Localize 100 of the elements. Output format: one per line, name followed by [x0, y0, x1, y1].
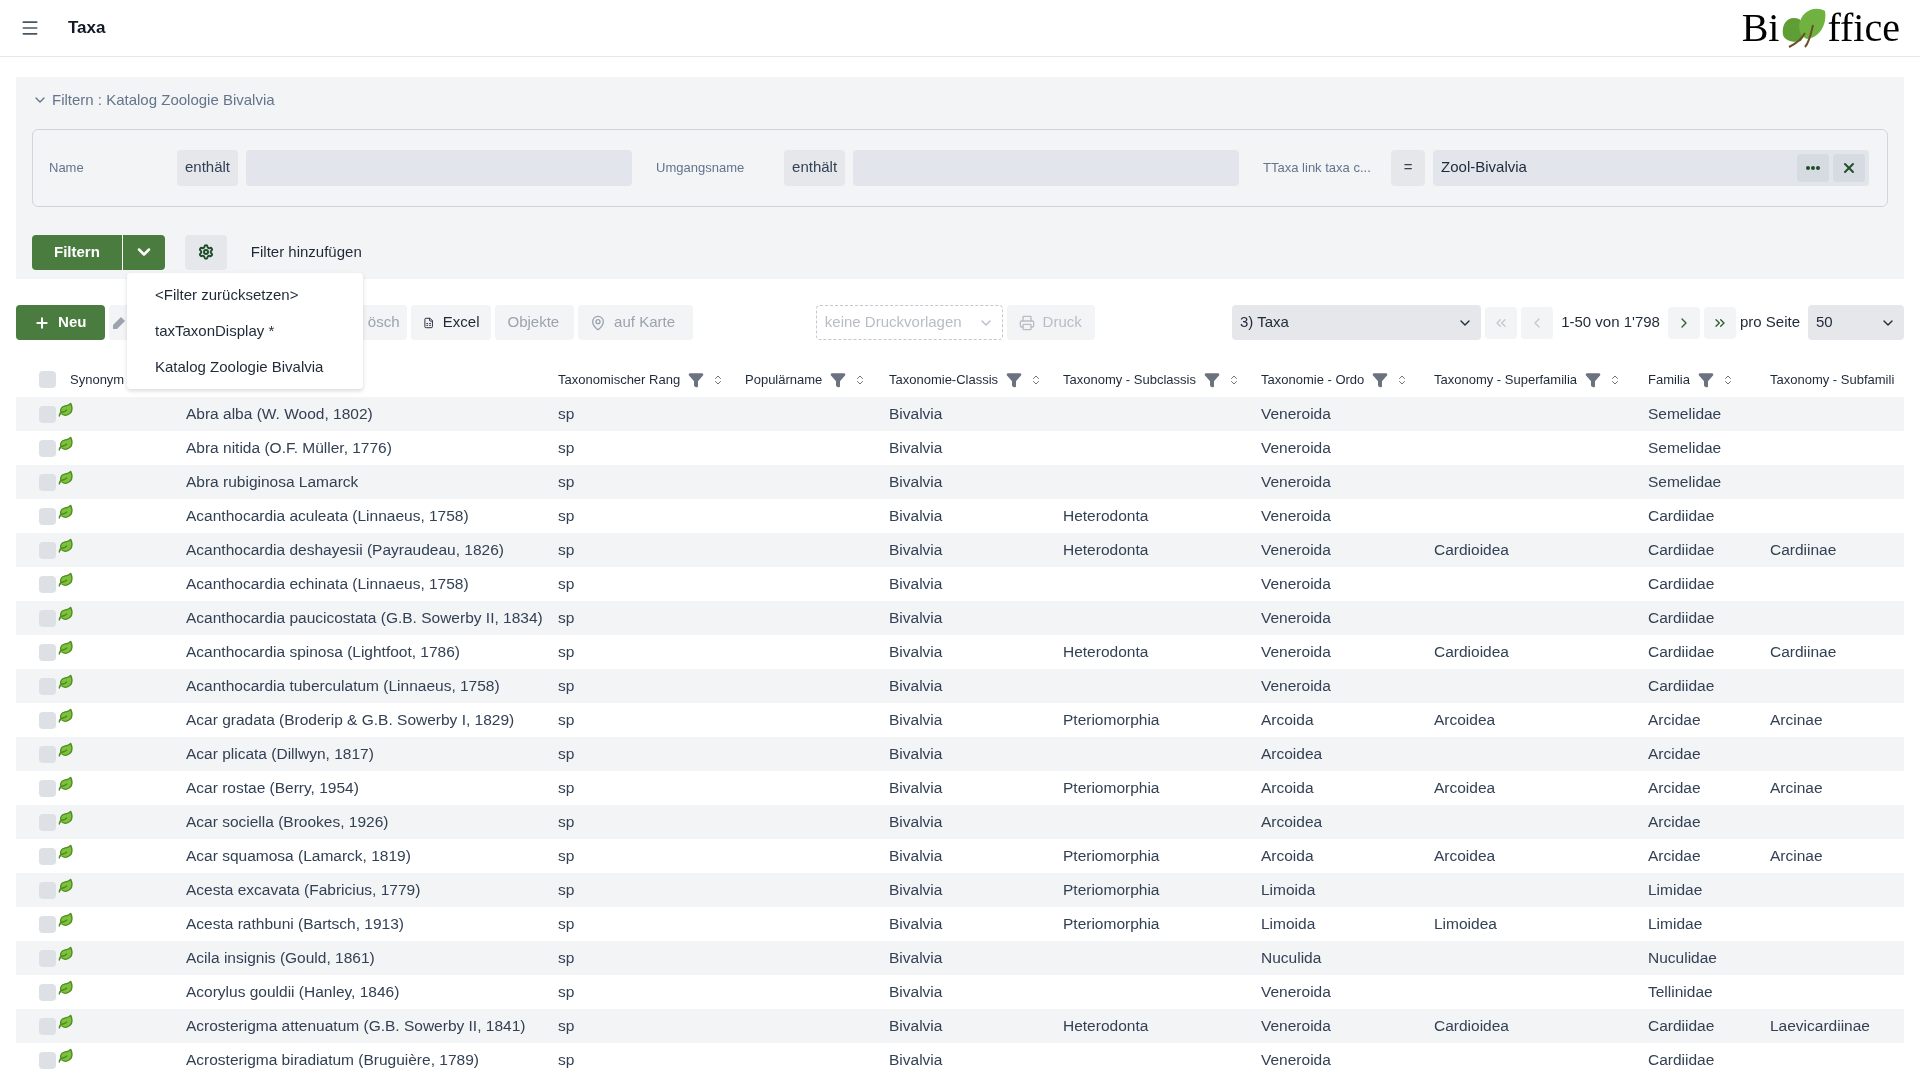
- table-cell: Bivalvia: [889, 507, 943, 525]
- table-cell: Cardiidae: [1648, 507, 1715, 525]
- operator-button[interactable]: enthält: [784, 149, 846, 186]
- checkbox[interactable]: [38, 371, 56, 388]
- table-cell: Nuculidae: [1648, 949, 1717, 967]
- operator-button[interactable]: =: [1391, 149, 1426, 186]
- table-cell: Limidae: [1648, 881, 1703, 899]
- checkbox[interactable]: [38, 575, 56, 593]
- table-cell: Veneroida: [1261, 1017, 1331, 1035]
- excel-button[interactable]: Excel: [411, 305, 492, 340]
- operator-button[interactable]: enthält: [177, 149, 239, 186]
- filter-icon[interactable]: [1006, 371, 1023, 388]
- column-header[interactable]: Taxonomischer Rang: [558, 369, 681, 390]
- filter-split-button[interactable]: Filtern: [32, 234, 165, 270]
- leaf-icon: [58, 776, 74, 792]
- menu-icon[interactable]: [20, 18, 40, 38]
- table-cell: Acar rostae (Berry, 1954): [186, 779, 359, 797]
- leaf-icon: [58, 674, 74, 690]
- checkbox[interactable]: [38, 439, 56, 457]
- checkbox[interactable]: [38, 1051, 56, 1069]
- table-cell: Cardiinae: [1770, 541, 1837, 559]
- table-cell: Bivalvia: [889, 881, 943, 899]
- leaf-icon: [58, 810, 74, 826]
- map-pin-icon: [590, 314, 607, 331]
- table-cell: Pteriomorphia: [1063, 779, 1160, 797]
- table-cell: sp: [558, 609, 575, 627]
- table-cell: sp: [558, 1051, 575, 1069]
- table-cell: Veneroida: [1261, 439, 1331, 457]
- filter-title: Filtern : Katalog Zoologie Bivalvia: [52, 90, 275, 110]
- column-header[interactable]: Populärname: [745, 369, 823, 390]
- leaf-icon: [58, 912, 74, 928]
- table-cell: sp: [558, 405, 575, 423]
- add-filter-link[interactable]: Filter hinzufügen: [250, 240, 362, 264]
- filter-icon[interactable]: [1697, 371, 1714, 388]
- new-button[interactable]: Neu: [16, 305, 105, 340]
- table-cell: Acila insignis (Gould, 1861): [186, 949, 375, 967]
- table-cell: Acar plicata (Dillwyn, 1817): [186, 745, 374, 763]
- filter-icon[interactable]: [830, 371, 847, 388]
- leaf-icon: [58, 470, 74, 486]
- table-cell: Cardioidea: [1434, 1017, 1509, 1035]
- table-cell: Pteriomorphia: [1063, 847, 1160, 865]
- table-cell: Bivalvia: [889, 575, 943, 593]
- table-cell: Heterodonta: [1063, 1017, 1149, 1035]
- table-cell: Veneroida: [1261, 575, 1331, 593]
- column-header[interactable]: Synonym: [70, 371, 125, 387]
- leaf-icon: [58, 402, 74, 418]
- table-cell: Arcoida: [1261, 711, 1314, 729]
- table-cell: Acanthocardia spinosa (Lightfoot, 1786): [186, 643, 460, 661]
- settings-button[interactable]: [184, 234, 227, 270]
- table-cell: sp: [558, 473, 575, 491]
- checkbox[interactable]: [38, 915, 56, 933]
- table-cell: sp: [558, 779, 575, 797]
- filter-icon[interactable]: [1585, 371, 1602, 388]
- checkbox[interactable]: [38, 847, 56, 865]
- menu-item[interactable]: Katalog Zoologie Bivalvia: [127, 349, 363, 385]
- settings-icon: [197, 244, 214, 260]
- table-cell: Bivalvia: [889, 405, 943, 423]
- table-cell: Veneroida: [1261, 541, 1331, 559]
- checkbox[interactable]: [38, 983, 56, 1001]
- checkbox[interactable]: [38, 711, 56, 729]
- leaf-icon: [58, 844, 74, 860]
- column-header[interactable]: Taxonomy - Subfamili: [1770, 369, 1895, 390]
- field-label: Umgangsname: [656, 158, 746, 177]
- filter-icon[interactable]: [1372, 371, 1389, 388]
- menu-item[interactable]: <Filter zurücksetzen>: [127, 277, 363, 313]
- leaf-icon: [58, 708, 74, 724]
- view-select[interactable]: 3) Taxa: [1232, 305, 1482, 340]
- table-cell: sp: [558, 507, 575, 525]
- table-cell: Arcidae: [1648, 847, 1701, 865]
- last-page-button[interactable]: [1703, 306, 1736, 339]
- ellipsis-icon: [1806, 165, 1821, 170]
- lookup-field[interactable]: Zool-Bivalvia: [1433, 149, 1870, 186]
- menu-item[interactable]: taxTaxonDisplay *: [127, 313, 363, 349]
- table-cell: Acanthocardia echinata (Linnaeus, 1758): [186, 575, 469, 593]
- table-cell: Cardiidae: [1648, 575, 1715, 593]
- table-cell: Acanthocardia tuberculatum (Linnaeus, 1758): [186, 677, 500, 695]
- table-cell: Veneroida: [1261, 609, 1331, 627]
- checkbox[interactable]: [38, 779, 56, 797]
- filter-button[interactable]: Filtern: [32, 234, 123, 270]
- table-cell: Semelidae: [1648, 405, 1722, 423]
- checkbox[interactable]: [38, 643, 56, 661]
- checkbox[interactable]: [38, 507, 56, 525]
- more-button[interactable]: [1797, 153, 1830, 182]
- per-page-select[interactable]: 50: [1808, 305, 1904, 340]
- table-cell: Bivalvia: [889, 541, 943, 559]
- field-label: TTaxa link taxa c...: [1263, 158, 1372, 177]
- filter-icon[interactable]: [688, 371, 705, 388]
- column-header[interactable]: Taxonomie - Ordo: [1261, 369, 1365, 390]
- table-cell: Cardiidae: [1648, 1017, 1715, 1035]
- filter-icon[interactable]: [1203, 371, 1220, 388]
- leaf-icon: [58, 504, 74, 520]
- table-cell: Acar gradata (Broderip & G.B. Sowerby I, 1829): [186, 711, 515, 729]
- logo-text: ffice: [1827, 8, 1900, 48]
- clear-button[interactable]: [1833, 153, 1866, 182]
- column-header[interactable]: Taxonomie-Classis: [889, 369, 999, 390]
- column-header[interactable]: Taxonomy - Subclassis: [1063, 369, 1196, 390]
- table-cell: Cardioidea: [1434, 643, 1509, 661]
- column-header[interactable]: Familia: [1648, 369, 1690, 390]
- column-header[interactable]: Taxonomy - Superfamilia: [1434, 369, 1578, 390]
- next-page-button[interactable]: [1667, 306, 1700, 339]
